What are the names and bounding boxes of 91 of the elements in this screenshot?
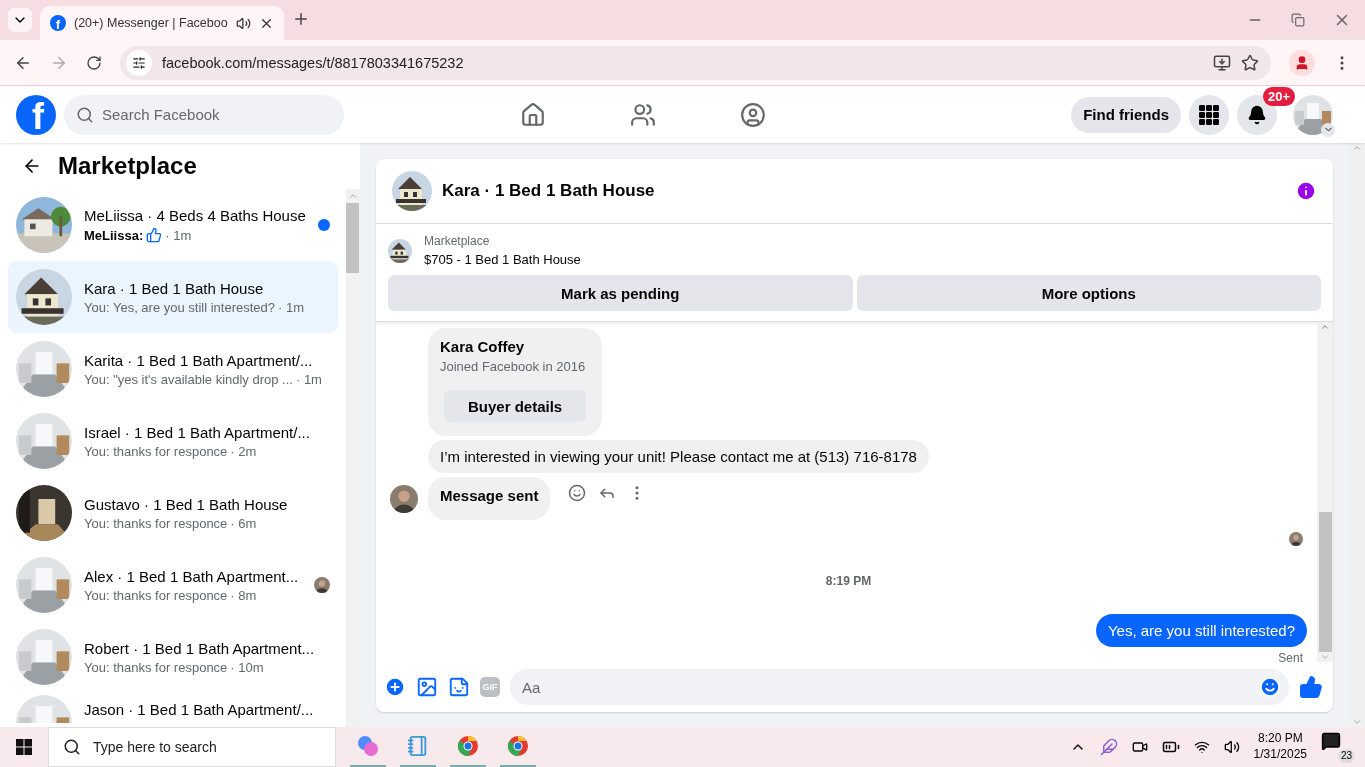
buyer-subtitle: Joined Facebook in 2016 bbox=[440, 359, 587, 374]
message-input[interactable]: Aa bbox=[510, 669, 1289, 705]
bell-icon bbox=[1247, 104, 1267, 125]
conversation-title: Kara · 1 Bed 1 Bath House bbox=[84, 279, 265, 297]
conversation-item[interactable]: Gustavo · 1 Bed 1 Bath House You: thanks for responce · 6m bbox=[8, 477, 338, 549]
restore-icon[interactable] bbox=[1291, 13, 1305, 27]
notification-center-button[interactable]: 23 bbox=[1321, 731, 1355, 763]
friends-icon[interactable] bbox=[630, 101, 656, 128]
message-time: · 1m bbox=[295, 371, 322, 387]
emoji-icon[interactable] bbox=[568, 483, 587, 502]
scrollbar-thumb[interactable] bbox=[1318, 512, 1332, 652]
message-status: Sent bbox=[1278, 651, 1303, 665]
groups-icon[interactable] bbox=[740, 101, 766, 128]
find-friends-button[interactable]: Find friends bbox=[1071, 96, 1181, 133]
search-icon bbox=[63, 738, 81, 756]
clock-date: 1/31/2025 bbox=[1253, 747, 1307, 763]
timestamp: 8:19 PM bbox=[825, 574, 872, 588]
thumbs-up-icon[interactable] bbox=[1299, 675, 1323, 699]
sliders-icon bbox=[132, 55, 146, 70]
star-icon[interactable] bbox=[1241, 53, 1259, 72]
account-avatar[interactable] bbox=[1293, 94, 1333, 135]
conversation-title: Alex · 1 Bed 1 Bath Apartment... bbox=[84, 567, 300, 585]
scrollbar[interactable] bbox=[1317, 322, 1333, 662]
message-preview: You: thanks for responce bbox=[84, 443, 228, 459]
message-bubble: I’m interested in viewing your unit! Please contact me at (513) 716-8178 bbox=[428, 440, 929, 473]
volume-icon[interactable] bbox=[1223, 739, 1240, 755]
search-icon bbox=[76, 105, 94, 124]
listing-action-button[interactable]: More options bbox=[856, 275, 1321, 311]
conversation-item[interactable]: Robert · 1 Bed 1 Bath Apartment... You: thanks for responce · 10m bbox=[8, 621, 338, 693]
message-preview: You: "yes it's available kindly drop ... bbox=[84, 371, 293, 387]
conversation-item[interactable]: Alex · 1 Bed 1 Bath Apartment... You: thanks for responce · 8m bbox=[8, 549, 338, 621]
message-preview: You: Yes, are you still interested? bbox=[84, 299, 276, 315]
info-icon[interactable] bbox=[1295, 180, 1317, 202]
conversation-item[interactable]: MeLiissa · 4 Beds 4 Baths House MeLiissa: · 1m bbox=[8, 189, 338, 261]
scrollbar-thumb[interactable] bbox=[346, 203, 360, 273]
message-time: · 6m bbox=[230, 515, 257, 531]
camera-icon[interactable] bbox=[1131, 739, 1148, 755]
facebook-logo[interactable]: f bbox=[16, 94, 56, 135]
site-settings-button[interactable] bbox=[126, 49, 152, 76]
sidebar-title: Marketplace bbox=[58, 152, 197, 180]
message-time: · 8m bbox=[230, 587, 257, 603]
message-time: · 2m bbox=[230, 443, 257, 459]
speaker-icon bbox=[235, 15, 251, 31]
conversation-title: Karita · 1 Bed 1 Bath Apartment/... bbox=[84, 351, 314, 369]
address-bar[interactable]: facebook.com/messages/t/8817803341675232 bbox=[120, 45, 1271, 80]
sticker-icon[interactable] bbox=[448, 676, 470, 698]
notification-badge: 20+ bbox=[1262, 86, 1295, 106]
grid-icon bbox=[1199, 104, 1219, 125]
facebook-logo: f bbox=[50, 15, 66, 31]
network-icon[interactable] bbox=[1193, 739, 1210, 755]
conversation-title: Gustavo · 1 Bed 1 Bath House bbox=[84, 495, 289, 513]
tab-list-button[interactable] bbox=[8, 8, 32, 32]
message-bubble: Yes, are you still interested? bbox=[1095, 614, 1307, 647]
conversation-title: Jason · 1 Bed 1 Bath Apartment/... bbox=[84, 701, 315, 718]
conversation-title: MeLiissa · 4 Beds 4 Baths House bbox=[84, 207, 306, 224]
conversation-item[interactable]: Kara · 1 Bed 1 Bath House You: Yes, are you still interested? · 1m bbox=[8, 261, 338, 333]
conversation-title: Robert · 1 Bed 1 Bath Apartment... bbox=[84, 639, 316, 657]
scrollbar[interactable] bbox=[345, 189, 360, 727]
message-preview: You: thanks for responce bbox=[84, 659, 228, 675]
message-time: · 1m bbox=[165, 227, 192, 243]
profile-button[interactable] bbox=[1289, 49, 1315, 76]
home-icon[interactable] bbox=[520, 101, 546, 128]
message-preview: You: thanks for responce bbox=[84, 587, 228, 603]
message-bubble: Message sent bbox=[428, 477, 551, 520]
listing-action-button[interactable]: Mark as pending bbox=[388, 275, 853, 311]
install-icon[interactable] bbox=[1213, 53, 1231, 72]
chat-title: Kara · 1 Bed 1 Bath House bbox=[442, 181, 656, 201]
buyer-details-button[interactable]: Buyer details bbox=[444, 390, 587, 422]
chat-icon bbox=[1321, 731, 1341, 751]
person-icon bbox=[1294, 54, 1310, 71]
add-icon[interactable] bbox=[384, 676, 406, 698]
search-field[interactable]: Search Facebook bbox=[64, 94, 344, 135]
thumbs-up-icon bbox=[146, 227, 163, 243]
buyer-name: Kara Coffey bbox=[440, 338, 526, 355]
conversation-title: Israel · 1 Bed 1 Bath Apartment/... bbox=[84, 423, 311, 441]
taskbar-search-field[interactable]: Type here to search bbox=[48, 727, 336, 767]
conversation-item[interactable]: Israel · 1 Bed 1 Bath Apartment/... You: thanks for responce · 2m bbox=[8, 405, 338, 477]
sender-name: MeLiissa: bbox=[84, 227, 144, 243]
browser-tab[interactable]: f (20+) Messenger | Faceboo bbox=[40, 6, 284, 40]
image-icon[interactable] bbox=[416, 676, 438, 698]
reload-icon[interactable] bbox=[86, 54, 102, 71]
message-time: · 1m bbox=[278, 299, 305, 315]
feather-icon[interactable] bbox=[1099, 738, 1118, 756]
windows-logo bbox=[16, 739, 32, 755]
clock-time: 8:20 PM bbox=[1257, 731, 1303, 747]
menu-button[interactable] bbox=[1189, 94, 1229, 135]
message-time: · 10m bbox=[230, 659, 264, 675]
listing-label: Marketplace bbox=[424, 234, 491, 248]
listing-title: $705 - 1 Bed 1 Bath House bbox=[424, 252, 581, 267]
message-preview: You: thanks for responce bbox=[84, 515, 228, 531]
conversation-item[interactable]: Karita · 1 Bed 1 Bath Apartment/... You: "yes it's available kindly drop ... · 1m bbox=[8, 333, 338, 405]
